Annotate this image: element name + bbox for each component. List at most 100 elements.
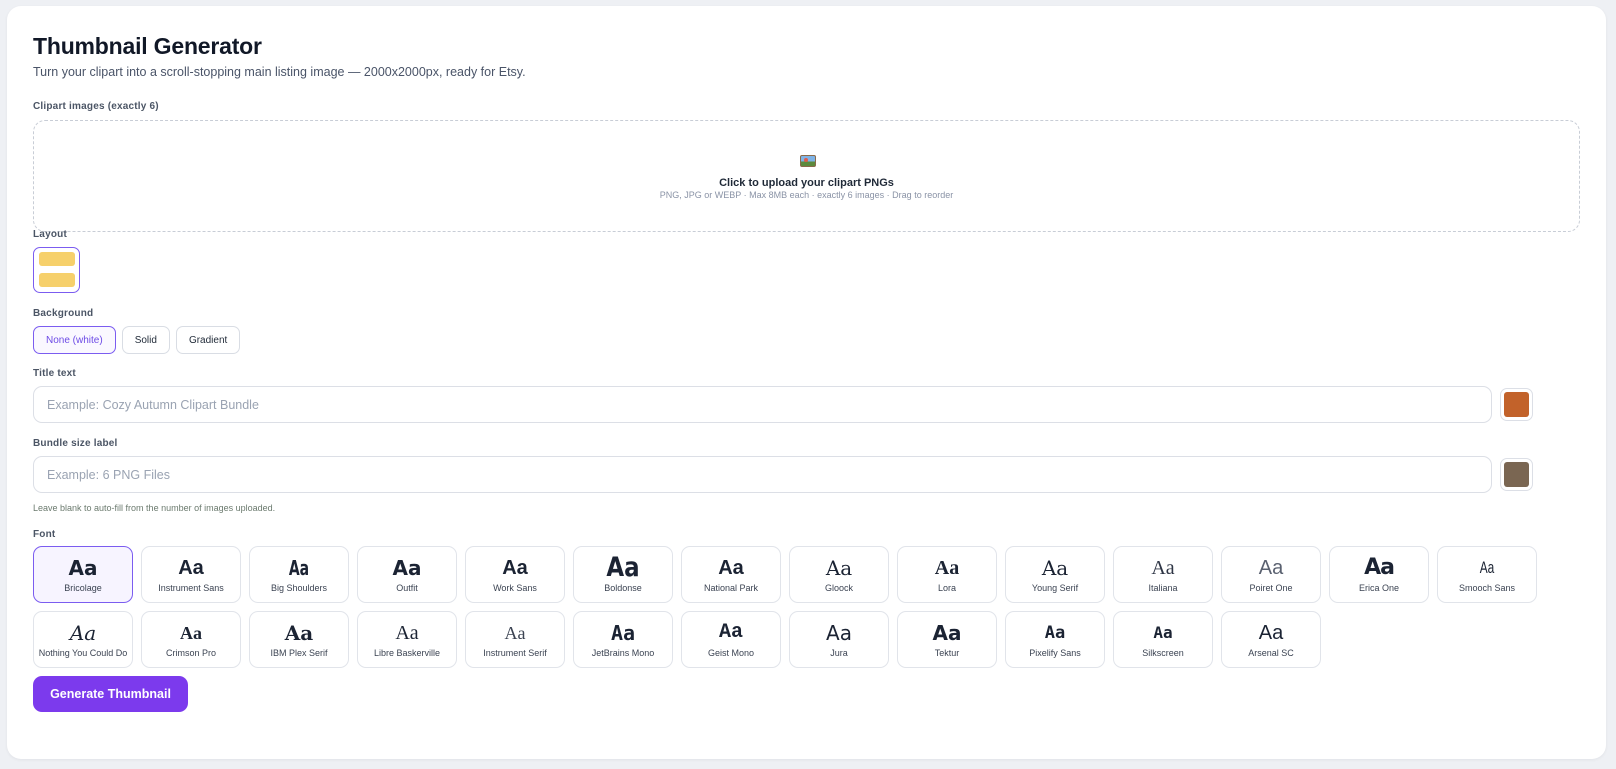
clipart-upload-dropzone[interactable]: Click to upload your clipart PNGs PNG, J…	[33, 120, 1580, 232]
layout-bottom-block	[39, 273, 75, 287]
font-sample: Aa	[69, 621, 97, 645]
font-name-label: Gloock	[824, 583, 853, 593]
font-sample: Aa	[1151, 557, 1175, 579]
font-name-label: Boldonse	[604, 583, 642, 593]
font-name-label: Outfit	[396, 583, 418, 593]
font-option-jura[interactable]: Aa Jura	[789, 611, 889, 668]
font-name-label: Bricolage	[64, 583, 102, 593]
thumbnail-generator-card: Thumbnail Generator Turn your clipart in…	[7, 6, 1606, 759]
background-gradient-button[interactable]: Gradient	[175, 326, 241, 354]
font-option-instrument-serif[interactable]: Aa Instrument Serif	[465, 611, 565, 668]
font-name-label: Pixelify Sans	[1029, 648, 1081, 658]
font-sample: Aa	[1041, 556, 1069, 580]
generate-thumbnail-button[interactable]: Generate Thumbnail	[33, 676, 188, 712]
font-sample: Aa	[284, 621, 314, 645]
upload-hint: PNG, JPG or WEBP · Max 8MB each · exactl…	[659, 190, 954, 200]
background-label: Background	[33, 308, 94, 319]
font-sample: Aa	[1044, 623, 1066, 643]
layout-label: Layout	[33, 229, 67, 240]
background-solid-button[interactable]: Solid	[121, 326, 170, 354]
font-option-poiret-one[interactable]: Aa Poiret One	[1221, 546, 1321, 603]
font-option-lora[interactable]: Aa Lora	[897, 546, 997, 603]
font-sample: Aa	[1153, 623, 1173, 642]
page-subtitle: Turn your clipart into a scroll-stopping…	[33, 65, 526, 79]
bundle-color-picker[interactable]	[1500, 458, 1533, 491]
layout-option-stacked[interactable]	[33, 247, 80, 293]
font-name-label: JetBrains Mono	[591, 648, 655, 658]
font-name-label: Geist Mono	[707, 648, 755, 658]
font-option-erica-one[interactable]: Aa Erica One	[1329, 546, 1429, 603]
font-name-label: Jura	[830, 648, 848, 658]
font-option-gloock[interactable]: Aa Gloock	[789, 546, 889, 603]
font-picker-grid: Aa Bricolage Aa Instrument Sans Aa Big Should…	[33, 546, 1537, 668]
font-sample: Aa	[718, 557, 744, 579]
font-name-label: National Park	[703, 583, 759, 593]
font-sample: Aa	[1479, 558, 1495, 577]
font-option-bricolage[interactable]: Aa Bricolage	[33, 546, 133, 603]
font-option-tektur[interactable]: Aa Tektur	[897, 611, 997, 668]
font-sample: Aa	[392, 556, 422, 580]
font-option-boldonse[interactable]: Aa Boldonse	[573, 546, 673, 603]
font-option-silkscreen[interactable]: Aa Silkscreen	[1113, 611, 1213, 668]
font-option-libre-baskerville[interactable]: Aa Libre Baskerville	[357, 611, 457, 668]
font-option-arsenal-sc[interactable]: Aa Arsenal SC	[1221, 611, 1321, 668]
bundle-size-help: Leave blank to auto-fill from the number…	[33, 503, 276, 513]
bundle-color-swatch	[1504, 462, 1529, 487]
font-name-label: Smooch Sans	[1458, 583, 1516, 593]
title-color-picker[interactable]	[1500, 388, 1533, 421]
font-option-big-shoulders[interactable]: Aa Big Shoulders	[249, 546, 349, 603]
page-title: Thumbnail Generator	[33, 33, 262, 59]
font-sample: Aa	[1258, 557, 1284, 579]
font-option-smooch-sans[interactable]: Aa Smooch Sans	[1437, 546, 1537, 603]
font-option-geist-mono[interactable]: Aa Geist Mono	[681, 611, 781, 668]
font-name-label: Erica One	[1358, 583, 1400, 593]
background-none-button[interactable]: None (white)	[33, 326, 116, 354]
font-name-label: Silkscreen	[1142, 648, 1184, 658]
font-option-young-serif[interactable]: Aa Young Serif	[1005, 546, 1105, 603]
font-sample: Aa	[504, 623, 526, 643]
font-option-national-park[interactable]: Aa National Park	[681, 546, 781, 603]
font-sample: Aa	[180, 623, 202, 643]
font-name-label: Big Shoulders	[270, 583, 328, 593]
font-sample: Aa	[934, 557, 960, 579]
title-text-label: Title text	[33, 368, 76, 379]
font-name-label: Italiana	[1148, 583, 1178, 593]
font-option-instrument-sans[interactable]: Aa Instrument Sans	[141, 546, 241, 603]
font-name-label: Crimson Pro	[165, 648, 216, 658]
font-sample: Aa	[1258, 622, 1284, 644]
background-options: None (white) Solid Gradient	[33, 326, 241, 354]
font-sample: Aa	[825, 556, 853, 580]
font-option-ibm-plex-serif[interactable]: Aa IBM Plex Serif	[249, 611, 349, 668]
clipart-label: Clipart images (exactly 6)	[33, 101, 159, 112]
font-name-label: Lora	[937, 583, 956, 593]
font-sample: Aa	[1364, 555, 1395, 580]
font-option-crimson-pro[interactable]: Aa Crimson Pro	[141, 611, 241, 668]
font-name-label: Young Serif	[1031, 583, 1079, 593]
font-option-italiana[interactable]: Aa Italiana	[1113, 546, 1213, 603]
font-sample: Aa	[68, 556, 98, 580]
bundle-size-input[interactable]	[33, 456, 1492, 493]
font-sample: Aa	[178, 557, 204, 579]
font-sample: Aa	[502, 557, 528, 579]
font-sample: Aa	[395, 622, 419, 644]
upload-title: Click to upload your clipart PNGs	[719, 177, 894, 189]
font-sample: Aa	[610, 621, 636, 645]
font-option-work-sans[interactable]: Aa Work Sans	[465, 546, 565, 603]
font-name-label: Tektur	[934, 648, 960, 658]
font-option-jetbrains-mono[interactable]: Aa JetBrains Mono	[573, 611, 673, 668]
font-sample: Aa	[718, 621, 743, 644]
font-name-label: Libre Baskerville	[373, 648, 441, 658]
font-name-label: Nothing You Could Do	[38, 648, 128, 658]
font-option-pixelify-sans[interactable]: Aa Pixelify Sans	[1005, 611, 1105, 668]
font-name-label: Poiret One	[1249, 583, 1293, 593]
title-text-input[interactable]	[33, 386, 1492, 423]
font-sample: Aa	[826, 621, 852, 645]
layout-top-block	[39, 252, 75, 266]
font-name-label: Instrument Sans	[158, 583, 224, 593]
font-option-outfit[interactable]: Aa Outfit	[357, 546, 457, 603]
font-option-nothing-you-could-do[interactable]: Aa Nothing You Could Do	[33, 611, 133, 668]
bundle-size-label: Bundle size label	[33, 438, 118, 449]
title-color-swatch	[1504, 392, 1529, 417]
font-sample: Aa	[932, 621, 962, 645]
framed-picture-icon	[800, 155, 816, 167]
